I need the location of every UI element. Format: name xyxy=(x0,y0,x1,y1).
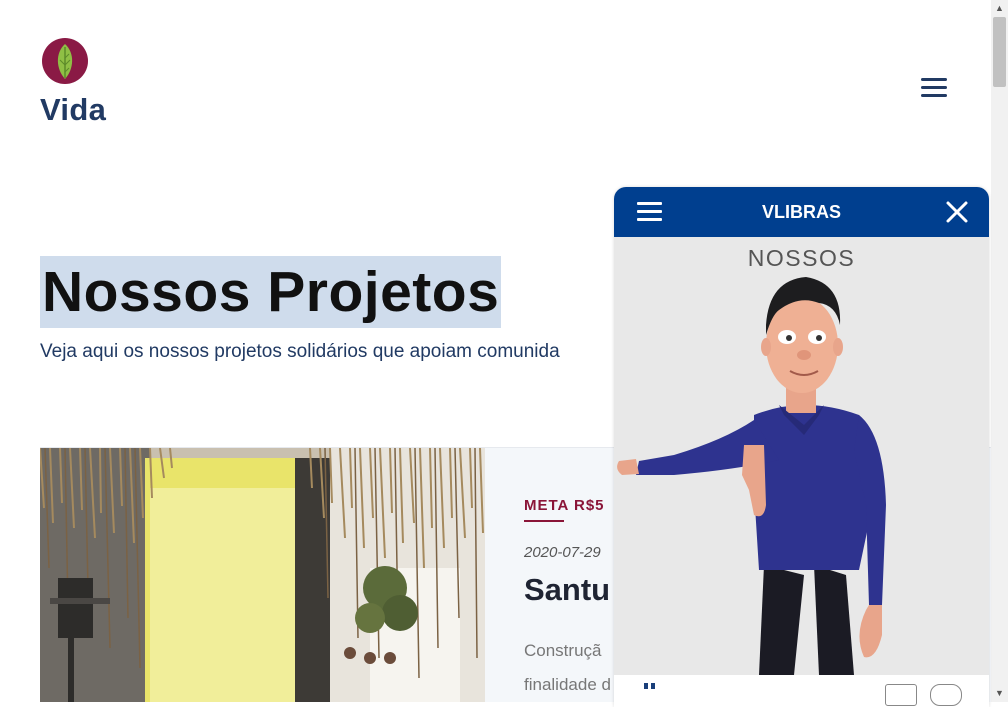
project-photo xyxy=(40,448,485,702)
leaf-icon xyxy=(42,38,88,84)
vlibras-title: VLIBRAS xyxy=(761,202,841,222)
project-title[interactable]: Santu xyxy=(524,572,610,608)
project-goal: META R$5 xyxy=(524,497,605,514)
subtitle-toggle[interactable] xyxy=(885,684,917,706)
vlibras-widget: VLIBRAS NOSSOS xyxy=(614,187,989,707)
close-icon[interactable] xyxy=(944,199,970,225)
replay-toggle[interactable] xyxy=(930,684,962,706)
vlibras-header: VLIBRAS xyxy=(614,187,989,237)
page-scrollbar[interactable]: ▲ ▼ xyxy=(991,0,1008,702)
hamburger-icon xyxy=(921,78,947,81)
vlibras-current-word: NOSSOS xyxy=(747,245,856,271)
vlibras-avatar xyxy=(617,277,886,675)
scroll-thumb[interactable] xyxy=(993,17,1006,87)
scroll-down-arrow-icon[interactable]: ▼ xyxy=(991,685,1008,702)
project-date: 2020-07-29 xyxy=(524,544,601,561)
logo-text: Vida xyxy=(40,92,107,127)
page-subtitle: Veja aqui os nossos projetos solidários … xyxy=(40,341,560,362)
hamburger-icon xyxy=(637,202,662,205)
page-title: Nossos Projetos xyxy=(40,256,502,328)
meta-underline xyxy=(524,520,564,522)
menu-button[interactable] xyxy=(916,74,952,102)
vlibras-menu-button[interactable] xyxy=(637,200,663,224)
vlibras-controls xyxy=(614,675,989,707)
speed-icon[interactable] xyxy=(642,683,662,693)
scroll-up-arrow-icon[interactable]: ▲ xyxy=(991,0,1008,17)
